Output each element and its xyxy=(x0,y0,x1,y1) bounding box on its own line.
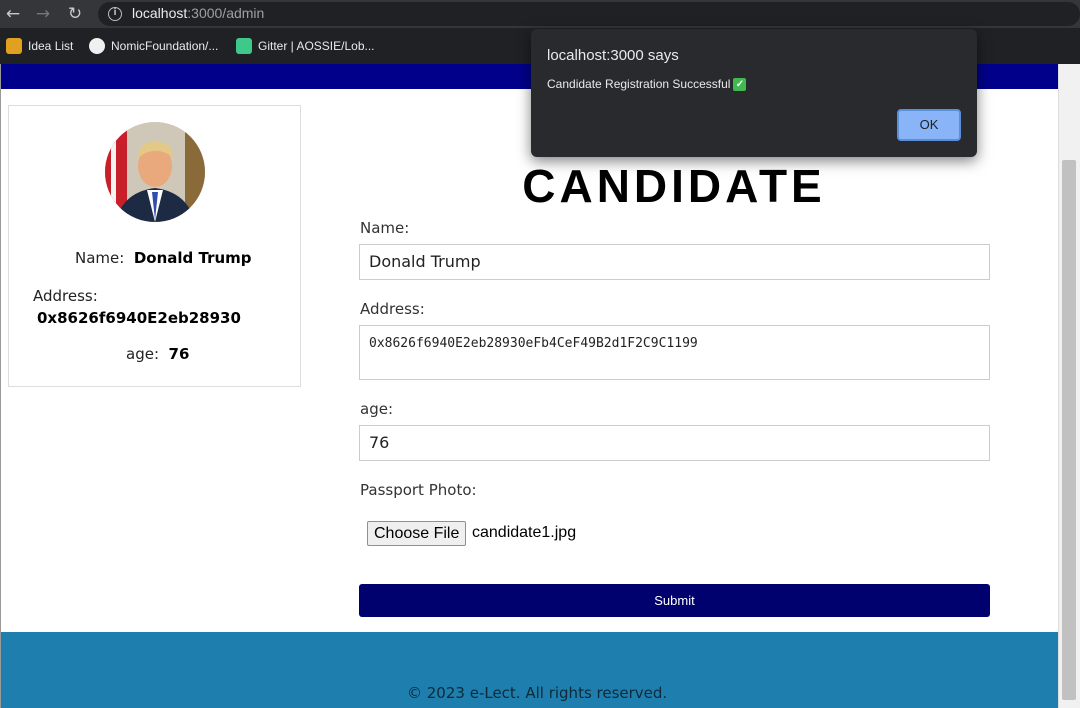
omnibox[interactable]: i localhost:3000/admin xyxy=(98,2,1080,26)
card-address-row: 0x8626f6940E2eb28930 xyxy=(37,309,241,327)
submit-button[interactable]: Submit xyxy=(359,584,990,617)
age-label: age: xyxy=(360,400,393,418)
card-age-label: age: xyxy=(126,345,159,363)
dialog-title: localhost:3000 says xyxy=(547,47,679,64)
bookmark-idea-list[interactable]: Idea List xyxy=(6,37,73,55)
card-address-value: 0x8626f6940E2eb28930 xyxy=(37,309,241,327)
ok-button[interactable]: OK xyxy=(897,109,961,141)
address-label: Address: xyxy=(360,300,425,318)
dialog-message-row: Candidate Registration Successful ✓ xyxy=(547,77,747,91)
selected-file-name: candidate1.jpg xyxy=(472,524,577,541)
site-info-icon[interactable]: i xyxy=(108,7,122,21)
card-name-label: Name: xyxy=(75,249,125,267)
page-title: CANDIDATE xyxy=(522,160,826,212)
footer-copyright: © 2023 e-Lect. All rights reserved. xyxy=(407,684,668,702)
name-input[interactable]: Donald Trump xyxy=(359,244,990,280)
check-mark-icon: ✓ xyxy=(733,77,747,91)
alert-dialog: localhost:3000 says Candidate Registrati… xyxy=(531,29,977,157)
footer: © 2023 e-Lect. All rights reserved. xyxy=(1,632,1059,708)
bookmark-label: NomicFoundation/... xyxy=(111,39,219,53)
candidate-photo xyxy=(105,122,205,222)
forward-arrow-icon[interactable]: → xyxy=(32,3,54,25)
page: Name: Donald Trump Address: 0x8626f6940E… xyxy=(0,64,1059,708)
address-input[interactable]: 0x8626f6940E2eb28930eFb4CeF49B2d1F2C9C11… xyxy=(359,325,990,380)
scrollbar[interactable] xyxy=(1058,64,1080,708)
address-bar-row: ← → ↻ i localhost:3000/admin xyxy=(0,0,1080,28)
card-age-row: age: 76 xyxy=(126,345,189,363)
card-name-row: Name: Donald Trump xyxy=(75,249,252,267)
bulb-icon xyxy=(6,38,22,54)
card-age-value: 76 xyxy=(168,345,190,363)
bookmark-nomicfoundation[interactable]: NomicFoundation/... xyxy=(89,37,218,55)
candidate-card: Name: Donald Trump Address: 0x8626f6940E… xyxy=(8,105,301,387)
name-label: Name: xyxy=(360,219,410,237)
age-input[interactable]: 76 xyxy=(359,425,990,461)
bookmark-label: Idea List xyxy=(28,39,74,53)
card-address-label: Address: xyxy=(33,287,98,305)
card-name-value: Donald Trump xyxy=(133,249,252,267)
dialog-message: Candidate Registration Successful xyxy=(547,77,731,91)
gitter-icon xyxy=(236,38,252,54)
scrollbar-thumb[interactable] xyxy=(1062,160,1076,700)
url-text[interactable]: localhost:3000/admin xyxy=(132,5,264,21)
bookmark-gitter[interactable]: Gitter | AOSSIE/Lob... xyxy=(236,37,375,55)
reload-icon[interactable]: ↻ xyxy=(64,3,86,25)
back-arrow-icon[interactable]: ← xyxy=(2,3,24,25)
github-icon xyxy=(89,38,105,54)
choose-file-button[interactable]: Choose File xyxy=(367,521,467,546)
bookmark-label: Gitter | AOSSIE/Lob... xyxy=(258,39,375,53)
passport-photo-label: Passport Photo: xyxy=(360,481,477,499)
